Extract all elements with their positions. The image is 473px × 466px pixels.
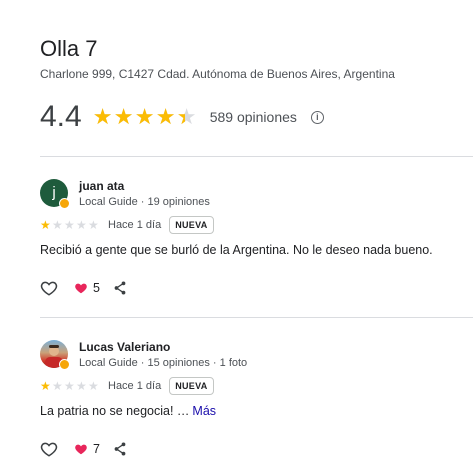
local-guide-badge-icon bbox=[59, 198, 70, 209]
rating-star-icon: ★★ bbox=[113, 104, 134, 129]
review-stars: ★ ★ ★ ★ ★ bbox=[40, 219, 100, 231]
reviewer-name[interactable]: juan ata bbox=[79, 179, 124, 194]
reviews-count-link[interactable]: 589 opiniones bbox=[210, 109, 297, 125]
review-card: Lucas Valeriano Local Guide · 15 opinion… bbox=[40, 340, 473, 460]
review-star-icon: ★ bbox=[52, 218, 63, 232]
rating-star-icon: ★★ bbox=[155, 104, 176, 129]
rating-summary: 4.4 ★★★★★★★★★★ 589 opiniones i bbox=[40, 99, 324, 135]
rating-value: 4.4 bbox=[40, 100, 82, 133]
review-stars: ★ ★ ★ ★ ★ bbox=[40, 380, 100, 392]
rating-star-icon: ★★ bbox=[134, 104, 155, 129]
rating-star-icon: ★★ bbox=[92, 104, 113, 129]
rating-stars: ★★★★★★★★★★ bbox=[92, 104, 198, 129]
review-text: La patria no se negocia! … Más bbox=[40, 403, 216, 419]
divider bbox=[40, 317, 473, 318]
review-star-icon: ★ bbox=[64, 379, 75, 393]
place-title: Olla 7 bbox=[40, 36, 98, 61]
place-reviews-panel: Olla 7 Charlone 999, C1427 Cdad. Autónom… bbox=[0, 0, 473, 466]
review-actions: 7 bbox=[40, 439, 127, 459]
local-guide-badge-icon bbox=[59, 359, 70, 370]
review-text-body: Recibió a gente que se burló de la Argen… bbox=[40, 243, 433, 257]
new-badge: NUEVA bbox=[169, 377, 214, 395]
reviewer-meta: Local Guide · 15 opiniones · 1 foto bbox=[79, 357, 248, 369]
review-star-icon: ★ bbox=[88, 218, 99, 232]
like-heart-outline-icon[interactable] bbox=[40, 279, 58, 297]
info-icon[interactable]: i bbox=[310, 110, 324, 124]
rating-star-icon: ★★ bbox=[176, 104, 197, 129]
place-address: Charlone 999, C1427 Cdad. Autónoma de Bu… bbox=[40, 67, 395, 81]
avatar-letter: j bbox=[52, 184, 56, 201]
like-count: 5 bbox=[93, 281, 100, 295]
review-date: Hace 1 día bbox=[108, 219, 162, 231]
review-star-icon: ★ bbox=[52, 379, 63, 393]
new-badge: NUEVA bbox=[169, 216, 214, 234]
review-rating-row: ★ ★ ★ ★ ★ Hace 1 día NUEVA bbox=[40, 215, 214, 235]
likes-counter: 7 bbox=[74, 442, 100, 456]
review-star-icon: ★ bbox=[88, 379, 99, 393]
review-star-icon: ★ bbox=[64, 218, 75, 232]
heart-filled-icon bbox=[75, 444, 87, 455]
read-more-link[interactable]: Más bbox=[192, 404, 216, 418]
review-rating-row: ★ ★ ★ ★ ★ Hace 1 día NUEVA bbox=[40, 376, 214, 396]
review-star-icon: ★ bbox=[76, 218, 87, 232]
review-star-icon: ★ bbox=[40, 218, 51, 232]
review-text: Recibió a gente que se burló de la Argen… bbox=[40, 242, 433, 258]
like-count: 7 bbox=[93, 442, 100, 456]
share-icon[interactable] bbox=[113, 441, 127, 457]
share-icon[interactable] bbox=[113, 280, 127, 296]
likes-counter: 5 bbox=[74, 281, 100, 295]
reviewer-meta: Local Guide · 19 opiniones bbox=[79, 196, 210, 208]
review-date: Hace 1 día bbox=[108, 380, 162, 392]
divider bbox=[40, 156, 473, 157]
reviewer-name[interactable]: Lucas Valeriano bbox=[79, 340, 170, 355]
like-heart-outline-icon[interactable] bbox=[40, 440, 58, 458]
heart-filled-icon bbox=[75, 283, 87, 294]
review-star-icon: ★ bbox=[40, 379, 51, 393]
review-star-icon: ★ bbox=[76, 379, 87, 393]
review-text-body: La patria no se negocia! … bbox=[40, 404, 190, 418]
review-actions: 5 bbox=[40, 278, 127, 298]
review-card: j juan ata Local Guide · 19 opiniones ★ ★… bbox=[40, 179, 473, 299]
